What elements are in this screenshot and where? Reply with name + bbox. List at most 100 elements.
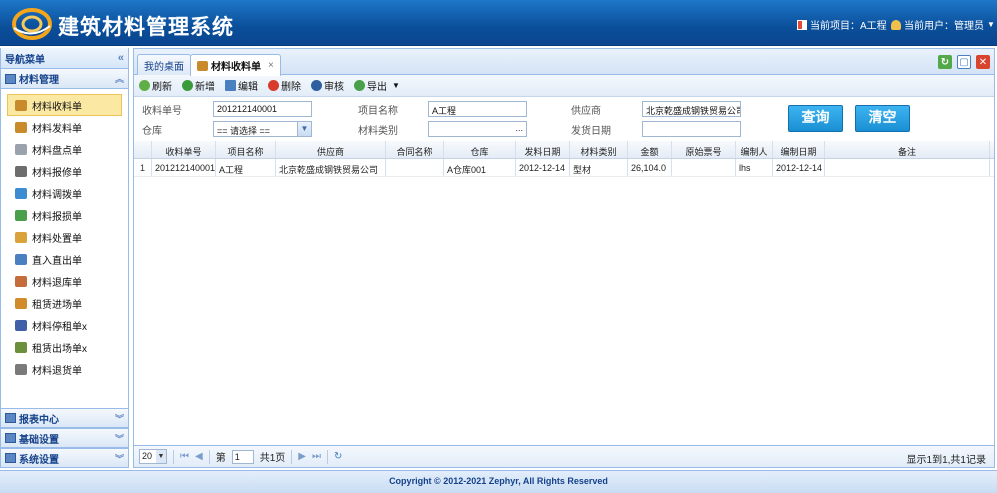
pager-separator <box>326 449 328 464</box>
chevron-down-icon[interactable]: ︾ <box>115 452 124 465</box>
next-page-icon[interactable]: ▶ <box>298 451 306 462</box>
sidebar-item[interactable]: 材料退库单 <box>1 270 128 292</box>
toolbar: 刷新 新增 编辑 删除 审核 导出 ▼ <box>134 75 994 97</box>
sidebar-item-label: 直入直出单 <box>32 255 82 267</box>
sidebar-item[interactable]: 材料收料单 <box>7 94 122 116</box>
column-header[interactable]: 编制人 <box>736 141 773 158</box>
tab-strip: 我的桌面 材料收料单 × ↻ ▢ ✕ <box>134 49 994 76</box>
page-prefix: 第 <box>215 453 226 464</box>
menu-item-icon <box>15 165 27 177</box>
receipt-no-label: 收料单号 <box>142 106 182 117</box>
tab-material-receipt[interactable]: 材料收料单 × <box>190 54 281 76</box>
table-cell: lhs <box>736 159 773 176</box>
chevron-down-icon: ▼ <box>392 81 400 90</box>
add-button[interactable]: 新增 <box>182 78 215 93</box>
column-header[interactable]: 金额 <box>628 141 672 158</box>
last-page-icon[interactable]: ⏭ <box>312 451 321 462</box>
more-dots-icon[interactable]: ... <box>515 123 523 133</box>
receipt-no-input[interactable]: 201212140001 <box>213 101 312 117</box>
sidebar-item[interactable]: 材料调拨单 <box>1 182 128 204</box>
category-input[interactable]: ... <box>428 121 527 137</box>
project-input[interactable]: A工程 <box>428 101 527 117</box>
ship-date-label: 发货日期 <box>571 126 611 137</box>
column-header[interactable]: 发料日期 <box>516 141 570 158</box>
sidebar-item-label: 材料停租单x <box>32 321 87 333</box>
sidebar-item[interactable]: 材料报损单 <box>1 204 128 226</box>
nav-group[interactable]: 系统设置 ︾ <box>1 448 128 468</box>
page-size-select[interactable]: 20 ▼ <box>139 449 167 464</box>
reload-icon[interactable]: ↻ <box>334 451 342 462</box>
export-button[interactable]: 导出 ▼ <box>354 78 400 93</box>
edit-button[interactable]: 编辑 <box>225 78 258 93</box>
column-header[interactable]: 项目名称 <box>216 141 276 158</box>
column-header[interactable]: 仓库 <box>444 141 516 158</box>
sidebar-item[interactable]: 租赁进场单 <box>1 292 128 314</box>
nav-menu: 材料收料单材料发料单材料盘点单 材料报修单 材料调拨单材料报损单材料处置单直入直出单… <box>1 89 128 425</box>
audit-button[interactable]: 审核 <box>311 78 344 93</box>
row-number-header <box>134 141 152 158</box>
column-header[interactable]: 备注 <box>825 141 990 158</box>
pager: 20 ▼ ⏮ ◀ 第 1 共1页 ▶ ⏭ ↻ 显示1到1,共1记录 <box>134 445 994 467</box>
menu-item-icon <box>15 363 27 375</box>
data-grid: 收料单号 项目名称 供应商 合同名称 仓库 发料日期 材料类别 金额 原始票号 编制人 编制日期 备注… <box>134 141 994 177</box>
query-button[interactable]: 查询 <box>788 105 843 132</box>
sidebar-item[interactable]: 材料处置单 <box>1 226 128 248</box>
house-icon <box>197 60 208 71</box>
ship-date-input[interactable] <box>642 121 741 137</box>
warehouse-select-value: == 请选择 == <box>217 126 271 136</box>
close-tab-icon[interactable]: × <box>268 60 274 71</box>
sidebar-item[interactable]: 材料退货单 <box>1 358 128 380</box>
refresh-button[interactable]: 刷新 <box>139 78 172 93</box>
chevron-up-icon[interactable]: ︽ <box>115 72 124 85</box>
export-label: 导出 <box>367 82 387 93</box>
sidebar-item[interactable]: 材料报修单 <box>1 160 128 182</box>
warehouse-select[interactable]: == 请选择 == ▼ <box>213 121 312 137</box>
app-header: 建筑材料管理系统 当前项目：A工程 当前用户：管理员 ▼ <box>0 0 997 46</box>
sidebar-item-label: 材料发料单 <box>32 123 82 135</box>
menu-item-icon <box>15 253 27 265</box>
prev-page-icon[interactable]: ◀ <box>195 451 203 462</box>
main-panel: 我的桌面 材料收料单 × ↻ ▢ ✕ 刷新 新增 编辑 删除 审核 导出 ▼ 收料… <box>133 48 995 468</box>
nav-group-label: 报表中心 <box>19 414 59 426</box>
sidebar-item[interactable]: 直入直出单 <box>1 248 128 270</box>
column-header[interactable]: 供应商 <box>276 141 386 158</box>
sidebar-item[interactable]: 材料停租单x <box>1 314 128 336</box>
nav-group[interactable]: 基础设置 ︾ <box>1 428 128 448</box>
table-row[interactable]: 1 201212140001 A工程 北京乾盛成钢铁贸易公司 A仓库001 2012-12… <box>134 159 994 177</box>
first-page-icon[interactable]: ⏮ <box>180 451 189 462</box>
column-header[interactable]: 材料类别 <box>570 141 628 158</box>
page-number-input[interactable]: 1 <box>231 449 254 464</box>
plus-icon <box>182 80 193 91</box>
close-icon[interactable]: ✕ <box>976 55 990 69</box>
nav-group-material[interactable]: 材料管理 ︽ <box>1 69 128 89</box>
sidebar-item[interactable]: 材料盘点单 <box>1 138 128 160</box>
current-project[interactable]: 当前项目：A工程 <box>797 17 887 32</box>
delete-label: 删除 <box>281 82 301 93</box>
chevron-down-icon[interactable]: ︾ <box>115 432 124 445</box>
column-header[interactable]: 收料单号 <box>152 141 216 158</box>
logo-icon <box>12 8 52 40</box>
refresh-icon[interactable]: ↻ <box>938 55 952 69</box>
column-header[interactable]: 编制日期 <box>773 141 825 158</box>
menu-item-icon <box>15 143 27 155</box>
current-user[interactable]: 当前用户：管理员 ▼ <box>891 17 995 32</box>
maximize-icon[interactable]: ▢ <box>957 55 971 69</box>
chevron-down-icon: ▼ <box>297 122 311 136</box>
tab-home[interactable]: 我的桌面 <box>137 54 191 75</box>
delete-button[interactable]: 删除 <box>268 78 301 93</box>
sidebar-item[interactable]: 租赁出场单x <box>1 336 128 358</box>
nav-group[interactable]: 报表中心 ︾ <box>1 408 128 428</box>
sidebar-item[interactable]: 材料发料单 <box>1 116 128 138</box>
chevron-down-icon: ▼ <box>156 450 166 463</box>
supplier-input[interactable]: 北京乾盛成钢铁贸易公司 <box>642 101 741 117</box>
grid-header-row: 收料单号 项目名称 供应商 合同名称 仓库 发料日期 材料类别 金额 原始票号 编制人 编制日期 备注 <box>134 141 994 159</box>
clear-button[interactable]: 清空 <box>855 105 910 132</box>
chevron-down-icon[interactable]: ︾ <box>115 412 124 425</box>
column-header[interactable]: 原始票号 <box>672 141 736 158</box>
table-cell: 北京乾盛成钢铁贸易公司 <box>276 159 386 176</box>
warehouse-label: 仓库 <box>142 126 162 137</box>
sidebar-item-label: 材料报损单 <box>32 211 82 223</box>
column-header[interactable]: 合同名称 <box>386 141 444 158</box>
collapse-panel-icon[interactable]: « <box>118 52 124 64</box>
nav-title: 导航菜单 <box>5 54 45 66</box>
